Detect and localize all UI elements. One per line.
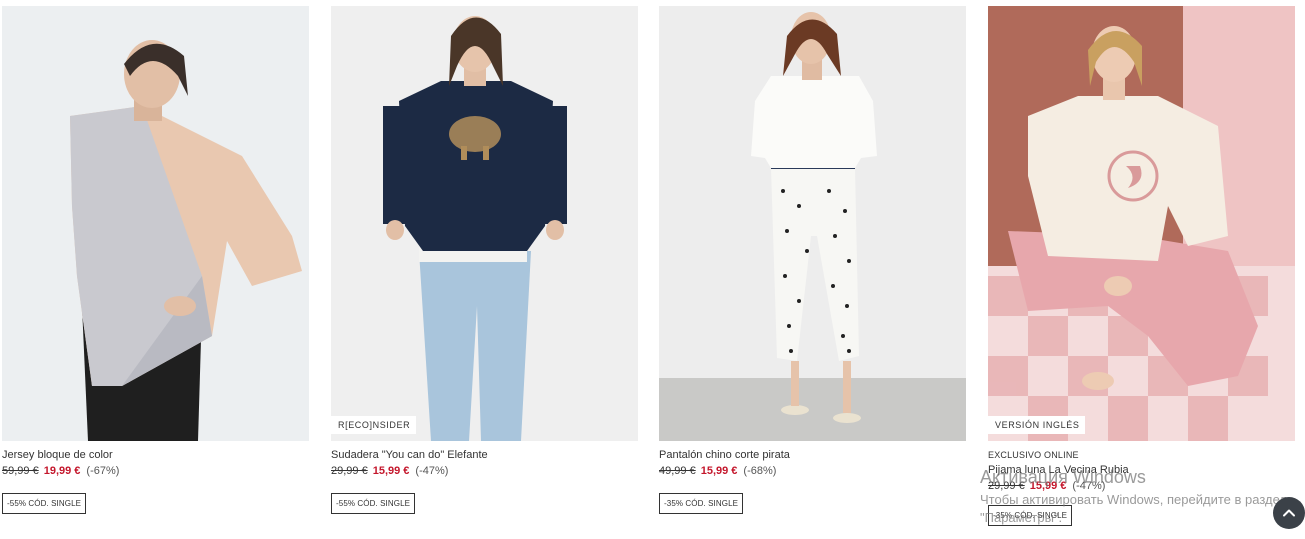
product-card-1[interactable]: Jersey bloque de color 59,99 € 19,99 € (-6…	[2, 6, 309, 514]
discount-percent: (-67%)	[86, 465, 120, 477]
discount-percent: (-47%)	[415, 465, 449, 477]
product-name[interactable]: Sudadera "You can do" Elefante	[331, 449, 638, 463]
discount-percent: (-47%)	[1072, 480, 1106, 492]
product-image[interactable]	[2, 6, 309, 441]
old-price: 29,99 €	[331, 465, 368, 477]
promo-code-badge: -55% CÓD. SINGLE	[2, 493, 87, 514]
promo-code-badge: -35% CÓD. SINGLE	[659, 493, 744, 514]
product-name[interactable]: Jersey bloque de color	[2, 449, 309, 463]
product-card-3[interactable]: Pantalón chino corte pirata 49,99 € 15,99…	[659, 6, 966, 514]
product-name[interactable]: Pijama luna La Vecina Rubia	[988, 464, 1295, 478]
price-row: 29,99 € 15,99 € (-47%)	[988, 480, 1295, 495]
price-row: 29,99 € 15,99 € (-47%)	[331, 465, 638, 480]
photo-badge: R[ECO]NSIDER	[331, 416, 417, 434]
online-exclusive-tag: EXCLUSIVO ONLINE	[988, 450, 1079, 460]
product-image[interactable]	[659, 6, 966, 441]
sale-price: 15,99 €	[1029, 480, 1067, 492]
price-row: 49,99 € 15,99 € (-68%)	[659, 465, 966, 480]
old-price: 29,99 €	[988, 480, 1025, 492]
sale-price: 19,99 €	[43, 465, 81, 477]
scroll-top-button[interactable]	[1273, 497, 1305, 529]
sale-price: 15,99 €	[372, 465, 410, 477]
photo-badge: VERSIÓN INGLÉS	[988, 416, 1086, 434]
old-price: 49,99 €	[659, 465, 696, 477]
promo-code-badge: -35% CÓD. SINGLE	[988, 505, 1073, 526]
product-image[interactable]: R[ECO]NSIDER	[331, 6, 638, 441]
promo-code-badge: -55% CÓD. SINGLE	[331, 493, 416, 514]
product-card-2[interactable]: R[ECO]NSIDER Sudadera "You can do" Elefa…	[331, 6, 638, 514]
price-row: 59,99 € 19,99 € (-67%)	[2, 465, 309, 480]
sale-price: 15,99 €	[700, 465, 738, 477]
product-image[interactable]: VERSIÓN INGLÉS	[988, 6, 1295, 441]
product-card-4[interactable]: VERSIÓN INGLÉS EXCLUSIVO ONLINE Pijama l…	[988, 6, 1295, 526]
product-name[interactable]: Pantalón chino corte pirata	[659, 449, 966, 463]
chevron-up-icon	[1283, 509, 1295, 517]
discount-percent: (-68%)	[743, 465, 777, 477]
old-price: 59,99 €	[2, 465, 39, 477]
